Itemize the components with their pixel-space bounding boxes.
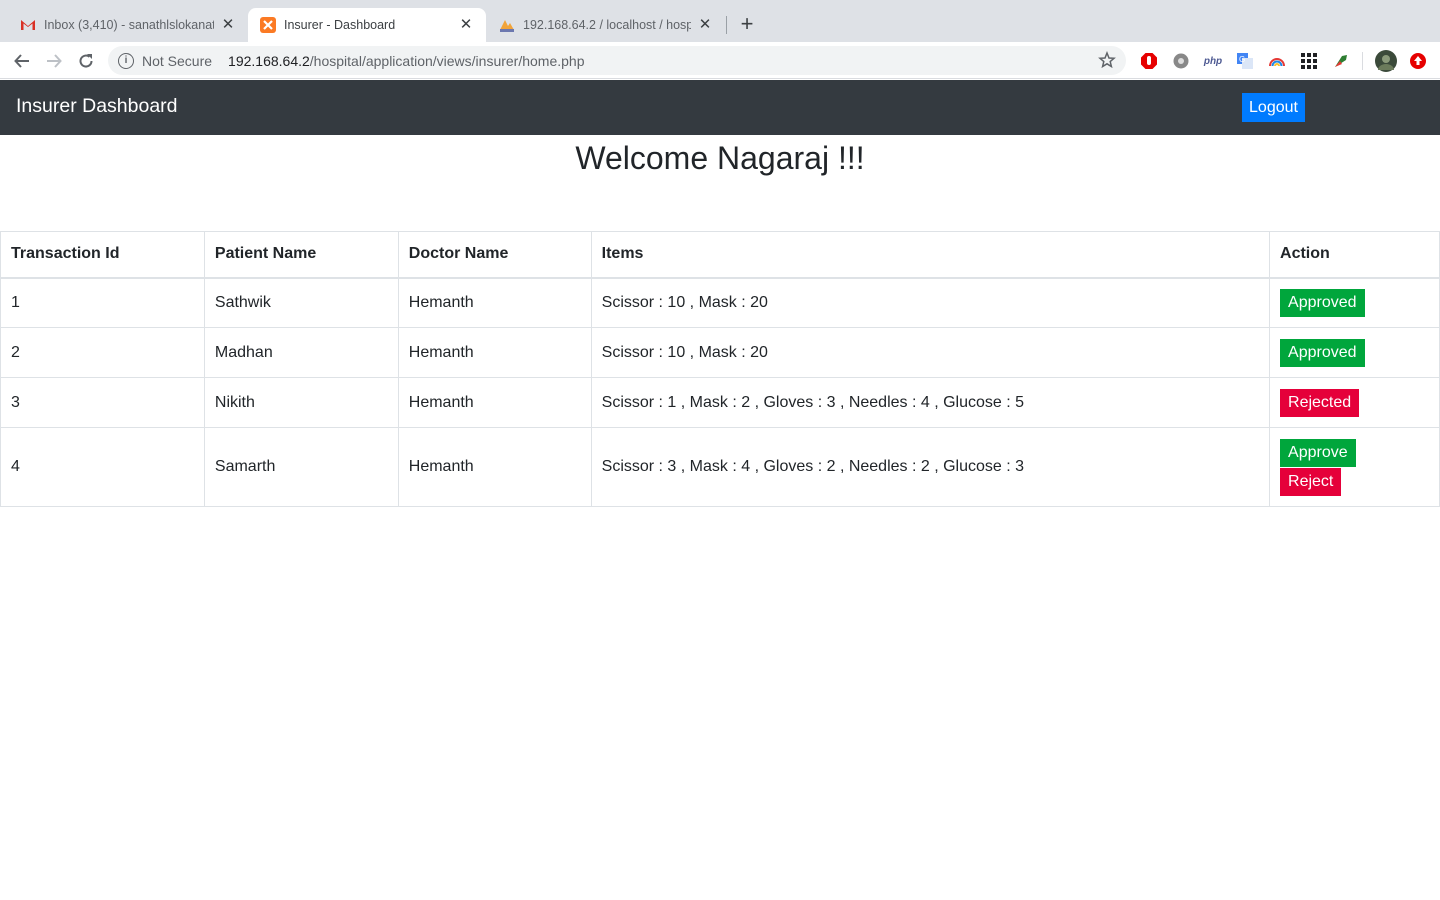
tab-divider — [726, 16, 727, 34]
transactions-table: Transaction Id Patient Name Doctor Name … — [0, 231, 1440, 507]
php-extension-icon[interactable]: php — [1204, 52, 1222, 70]
cell-action: Approved — [1269, 277, 1440, 328]
color-pick-extension-icon[interactable] — [1332, 52, 1350, 70]
reload-icon[interactable] — [75, 50, 97, 72]
action-buttons: Approve Reject — [1280, 438, 1429, 496]
close-tab-icon[interactable]: ✕ — [220, 17, 236, 33]
cell-doctor-name: Hemanth — [397, 377, 592, 428]
cell-action: Approved — [1269, 327, 1440, 378]
back-icon[interactable] — [11, 50, 33, 72]
header-items: Items — [590, 231, 1271, 279]
cell-items: Scissor : 1 , Mask : 2 , Gloves : 3 , Ne… — [590, 377, 1271, 428]
cell-doctor-name: Hemanth — [397, 277, 592, 328]
approved-badge: Approved — [1280, 288, 1365, 317]
phpmyadmin-icon — [499, 17, 515, 33]
table-row: 2 Madhan Hemanth Scissor : 10 , Mask : 2… — [0, 327, 1440, 378]
info-icon[interactable]: i — [118, 52, 134, 69]
xampp-icon — [260, 17, 276, 33]
header-doctor-name: Doctor Name — [397, 231, 592, 279]
cell-patient-name: Samarth — [203, 427, 399, 507]
apps-grid-icon[interactable] — [1300, 52, 1318, 70]
logout-button[interactable]: Logout — [1242, 93, 1305, 122]
cell-transaction-id: 1 — [0, 277, 205, 328]
rejected-badge: Rejected — [1280, 388, 1360, 417]
close-tab-icon[interactable]: ✕ — [458, 17, 474, 33]
table-row: 3 Nikith Hemanth Scissor : 1 , Mask : 2 … — [0, 377, 1440, 428]
forward-icon[interactable] — [43, 50, 65, 72]
cell-doctor-name: Hemanth — [397, 427, 592, 507]
cell-action: Approve Reject — [1269, 427, 1440, 507]
table-row: 1 Sathwik Hemanth Scissor : 10 , Mask : … — [0, 277, 1440, 328]
app-navbar: Insurer Dashboard Logout — [0, 80, 1440, 135]
bookmark-star-icon[interactable] — [1098, 50, 1116, 69]
tab-phpmyadmin[interactable]: 192.168.64.2 / localhost / hospital ✕ — [487, 8, 725, 42]
avatar[interactable] — [1375, 50, 1397, 72]
url-host: 192.168.64.2 — [228, 52, 310, 69]
header-patient-name: Patient Name — [203, 231, 399, 279]
cell-patient-name: Madhan — [203, 327, 399, 378]
adblock-extension-icon[interactable] — [1140, 52, 1158, 70]
security-label: Not Secure — [142, 52, 213, 69]
tab-title: Inbox (3,410) - sanathlslokanath — [44, 18, 214, 32]
close-tab-icon[interactable]: ✕ — [697, 17, 713, 33]
header-action: Action — [1269, 231, 1440, 279]
update-icon[interactable] — [1409, 52, 1427, 70]
cell-doctor-name: Hemanth — [397, 327, 592, 378]
address-bar[interactable]: i Not Secure 192.168.64.2/hospital/appli… — [108, 46, 1126, 75]
browser-tabstrip: Inbox (3,410) - sanathlslokanath ✕ Insur… — [0, 0, 1440, 42]
rainbow-extension-icon[interactable] — [1268, 52, 1286, 70]
cell-action: Rejected — [1269, 377, 1440, 428]
cell-patient-name: Sathwik — [203, 277, 399, 328]
browser-toolbar: i Not Secure 192.168.64.2/hospital/appli… — [0, 42, 1440, 79]
tab-insurer-dashboard[interactable]: Insurer - Dashboard ✕ — [248, 8, 486, 42]
cell-transaction-id: 2 — [0, 327, 205, 378]
navbar-brand[interactable]: Insurer Dashboard — [16, 95, 178, 118]
approve-button[interactable]: Approve — [1280, 438, 1356, 467]
svg-text:G: G — [1239, 55, 1245, 64]
tab-title: Insurer - Dashboard — [284, 18, 396, 32]
cell-items: Scissor : 10 , Mask : 20 — [590, 327, 1271, 378]
approved-badge: Approved — [1280, 338, 1365, 367]
welcome-heading: Welcome Nagaraj !!! — [575, 140, 865, 176]
cell-transaction-id: 4 — [0, 427, 205, 507]
url-path: /hospital/application/views/insurer/home… — [309, 52, 585, 69]
reject-button[interactable]: Reject — [1280, 467, 1342, 496]
tab-gmail[interactable]: Inbox (3,410) - sanathlslokanath ✕ — [8, 8, 248, 42]
table-header-row: Transaction Id Patient Name Doctor Name … — [0, 231, 1440, 279]
cell-transaction-id: 3 — [0, 377, 205, 428]
cell-items: Scissor : 3 , Mask : 4 , Gloves : 2 , Ne… — [590, 427, 1271, 507]
tab-title: 192.168.64.2 / localhost / hospital — [523, 18, 691, 32]
gmail-icon — [20, 17, 36, 33]
translate-extension-icon[interactable]: G — [1236, 52, 1254, 70]
table-row: 4 Samarth Hemanth Scissor : 3 , Mask : 4… — [0, 427, 1440, 507]
cell-items: Scissor : 10 , Mask : 20 — [590, 277, 1271, 328]
new-tab-icon[interactable]: + — [737, 13, 757, 35]
settings-extension-icon[interactable] — [1172, 52, 1190, 70]
header-transaction-id: Transaction Id — [0, 231, 205, 279]
toolbar-divider — [1362, 52, 1363, 70]
cell-patient-name: Nikith — [203, 377, 399, 428]
